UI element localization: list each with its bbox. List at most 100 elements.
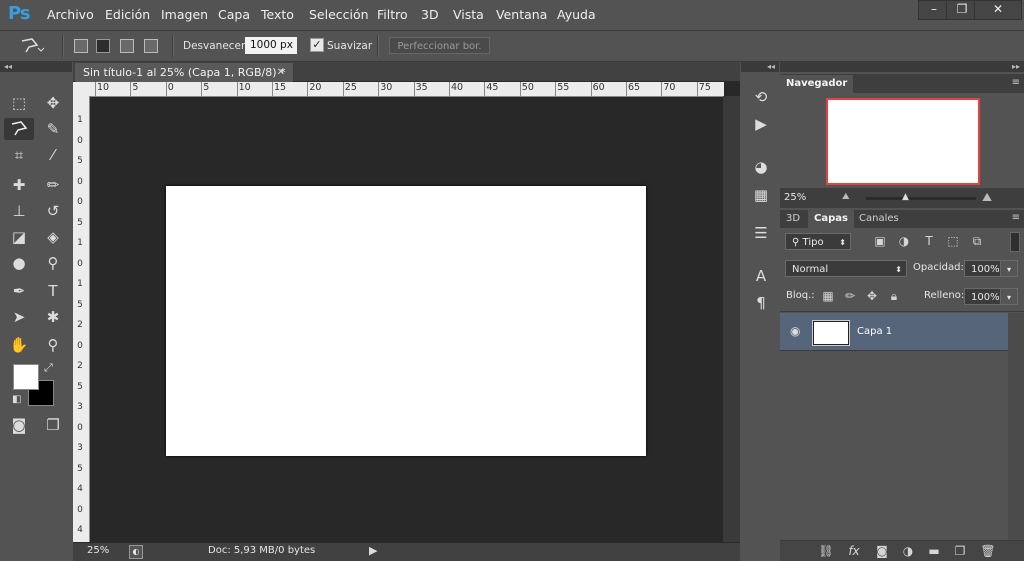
healing-brush-icon[interactable]: ✚ [4,174,34,196]
shape-icon[interactable]: ✱ [38,306,68,328]
close-window-button[interactable]: ✕ [974,0,1022,20]
layers-scrollbar[interactable] [1008,313,1024,540]
document-tab[interactable]: Sin título-1 al 25% (Capa 1, RGB/8) * ✕ [75,63,293,82]
hand-icon[interactable]: ✋ [4,334,34,356]
filter-shape-icon[interactable]: ⬚ [945,233,961,249]
lock-position-icon[interactable]: ✥ [864,288,880,304]
subtract-selection-icon[interactable] [120,39,134,53]
menu-seleccion[interactable]: Selección [309,7,369,22]
layer-name[interactable]: Capa 1 [857,326,892,337]
paint-bucket-icon[interactable]: ◈ [38,226,68,248]
zoom-icon[interactable]: ⚲ [38,334,68,356]
menu-filtro[interactable]: Filtro [377,7,408,22]
screen-mode-icon[interactable]: ❐ [38,414,68,436]
delete-layer-icon[interactable]: 🗑︎ [980,543,996,559]
toolbox-collapse-icon[interactable]: ◂◂ [0,62,72,72]
filter-toggle[interactable] [1010,232,1020,252]
history-panel-icon[interactable]: ⟲ [751,88,771,108]
filter-pixel-icon[interactable]: ▣ [872,233,888,249]
panel-menu-icon[interactable]: ≡ [1012,77,1020,88]
status-menu-arrow-icon[interactable]: ▶ [369,544,377,557]
crop-icon[interactable]: ⌗ [4,144,34,166]
tab-canales[interactable]: Canales [853,210,905,228]
eraser-icon[interactable]: ◪ [4,226,34,248]
polygonal-lasso-icon[interactable] [4,118,34,140]
lock-image-icon[interactable]: ✏ [842,288,858,304]
move-icon[interactable]: ✥ [38,92,68,114]
brush-icon[interactable]: ✏ [38,174,68,196]
layer-row[interactable]: ◉ Capa 1 [780,313,1008,351]
pen-icon[interactable]: ✒ [4,280,34,302]
color-panel-icon[interactable]: ◕ [751,158,771,178]
zoom-out-icon[interactable]: ⛰ [842,192,850,202]
tab-3d[interactable]: 3D [780,210,806,228]
clone-stamp-icon[interactable]: ⊥ [4,200,34,222]
navigator-tab[interactable]: Navegador [780,75,854,93]
menu-archivo[interactable]: Archivo [47,7,94,22]
menu-edicion[interactable]: Edición [105,7,150,22]
navigator-zoom-value[interactable]: 25% [784,192,806,203]
zoom-slider-handle[interactable]: ▲ [902,192,909,202]
menu-ventana[interactable]: Ventana [496,7,547,22]
menu-capa[interactable]: Capa [218,7,250,22]
layer-filter-dropdown[interactable]: ⚲ Tipo ⬍ [785,233,851,250]
filter-smart-object-icon[interactable]: ⧉ [969,233,985,249]
blend-mode-dropdown[interactable]: Normal ⬍ [785,260,907,277]
character-panel-icon[interactable]: A [751,267,771,287]
zoom-slider[interactable] [866,197,976,200]
filter-adjustment-icon[interactable]: ◑ [896,233,912,249]
add-to-selection-icon[interactable] [96,39,110,53]
layer-visibility-eye-icon[interactable]: ◉ [790,324,800,338]
tab-capas[interactable]: Capas [808,210,854,228]
eyedropper-icon[interactable]: ⁄ [38,144,68,166]
layers-panel-menu-icon[interactable]: ≡ [1012,212,1020,223]
zoom-in-icon[interactable]: ⛰ [982,190,992,205]
paragraph-panel-icon[interactable]: ¶ [751,294,771,314]
menu-imagen[interactable]: Imagen [161,7,208,22]
menu-ayuda[interactable]: Ayuda [557,7,596,22]
adjustment-layer-icon[interactable]: ◑ [900,543,916,559]
dock-collapse-icon[interactable]: ▸▸ [780,62,1024,72]
refine-edge-button[interactable]: Perfeccionar bor. [389,37,490,54]
panel-collapse-icon[interactable]: ◂◂ [741,62,779,72]
status-info-icon[interactable]: ◐ [129,545,143,559]
intersect-selection-icon[interactable] [144,39,158,53]
navigator-view-box[interactable] [826,98,980,185]
blur-icon[interactable]: ● [4,252,34,274]
menu-vista[interactable]: Vista [453,7,484,22]
lock-transparent-icon[interactable]: ▦ [820,288,836,304]
swap-colors-icon[interactable]: ⤢ [44,361,53,375]
link-layers-icon[interactable]: ⛓ [818,543,834,559]
swatches-panel-icon[interactable]: ▦ [751,186,771,206]
new-selection-icon[interactable] [74,39,88,53]
lock-all-icon[interactable]: 🔒︎ [886,288,902,304]
actions-panel-icon[interactable]: ▶ [751,115,771,135]
zoom-level[interactable]: 25% [87,545,109,556]
add-mask-icon[interactable]: ◙ [874,543,890,559]
adjustments-panel-icon[interactable]: ☰ [751,224,771,244]
dodge-icon[interactable]: ⚲ [38,252,68,274]
history-brush-icon[interactable]: ↺ [38,200,68,222]
marquee-icon[interactable]: ⬚ [4,92,34,114]
filter-type-icon[interactable]: T [921,233,937,249]
smooth-checkbox[interactable]: ✓ [310,38,324,52]
layer-thumbnail[interactable] [812,320,850,346]
polygonal-lasso-preset-icon[interactable] [18,36,44,56]
path-selection-icon[interactable]: ➤ [4,306,34,328]
fill-input[interactable]: 100% ▾ [964,288,1018,305]
document-canvas[interactable] [166,186,646,456]
quick-selection-icon[interactable]: ✎ [38,118,68,140]
type-icon[interactable]: T [38,280,68,302]
menu-texto[interactable]: Texto [261,7,294,22]
default-colors-icon[interactable]: ◧ [12,394,21,405]
quick-mask-icon[interactable]: ◙ [4,414,34,436]
layer-style-icon[interactable]: fx [846,543,862,559]
close-tab-icon[interactable]: ✕ [277,63,285,82]
new-group-icon[interactable]: ▬ [926,543,942,559]
menu-3d[interactable]: 3D [421,7,439,22]
vertical-scrollbar[interactable] [723,96,740,542]
new-layer-icon[interactable]: ❐ [952,543,968,559]
foreground-color-swatch[interactable] [13,364,39,390]
opacity-input[interactable]: 100% ▾ [964,260,1018,277]
feather-input[interactable]: 1000 px [245,37,297,54]
